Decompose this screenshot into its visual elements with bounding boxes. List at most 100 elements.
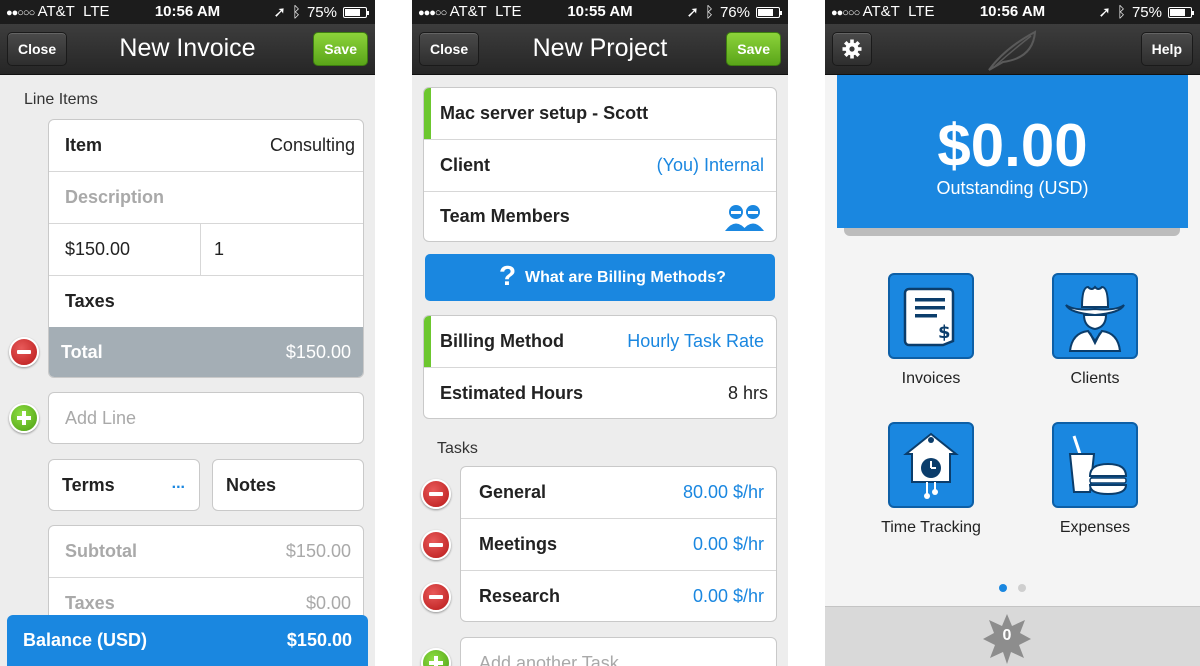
time-tracking-tile[interactable] [888, 422, 974, 508]
leaf-logo [985, 28, 1041, 77]
status-bar: ●●○○○ AT&T LTE 10:56 AM ➚ ᛒ 75% [825, 0, 1200, 24]
task-name: General [479, 482, 547, 502]
accent-bar [424, 316, 431, 367]
clients-tile[interactable] [1052, 273, 1138, 359]
hours-label: Estimated Hours [440, 383, 584, 403]
bluetooth-icon: ᛒ [291, 3, 301, 21]
outstanding-panel[interactable]: $0.00 Outstanding (USD) [837, 75, 1188, 228]
accent-bar [424, 88, 431, 139]
item-label: Item [65, 135, 103, 155]
task-row[interactable]: General 80.00 $/hr [461, 467, 776, 519]
delete-task-button[interactable] [421, 479, 451, 509]
total-row: Total $150.00 [49, 327, 363, 377]
taxes-summary-label: Taxes [65, 593, 115, 613]
bottom-bar: 0 [825, 606, 1200, 666]
billing-card: Billing Method Hourly Task Rate Estimate… [423, 315, 777, 419]
delete-line-button[interactable] [9, 337, 39, 367]
question-icon: ? [499, 260, 517, 291]
add-task-placeholder: Add another Task [479, 653, 619, 666]
divider [200, 224, 201, 275]
task-row[interactable]: Research 0.00 $/hr [461, 571, 776, 621]
balance-label: Balance (USD) [23, 630, 148, 650]
svg-text:$: $ [938, 322, 951, 343]
task-rate: 0.00 $/hr [692, 586, 764, 606]
invoice-screen: ●●○○○ AT&T LTE 10:56 AM ➚ ᛒ 75% Close Ne… [0, 0, 375, 666]
taxes-label: Taxes [65, 291, 115, 311]
add-line-icon[interactable] [9, 403, 39, 433]
item-row[interactable]: Item Consulting [49, 120, 363, 172]
food-drink-icon [1068, 435, 1128, 496]
settings-button[interactable] [832, 32, 872, 66]
more-icon: ... [171, 475, 185, 492]
description-placeholder: Description [65, 187, 165, 207]
subtotal-row: Subtotal $150.00 [49, 526, 363, 578]
quantity-field[interactable]: 1 [214, 239, 224, 260]
terms-button[interactable]: Terms ... [48, 459, 200, 511]
balance-bar: Balance (USD) $150.00 [7, 615, 368, 666]
project-name-field[interactable]: Mac server setup - Scott [424, 88, 776, 140]
add-task-field[interactable]: Add another Task [460, 637, 777, 666]
client-value: (You) Internal [656, 155, 764, 175]
invoices-tile[interactable]: $ [888, 273, 974, 359]
cuckoo-clock-icon [903, 432, 959, 499]
task-rate: 0.00 $/hr [692, 534, 764, 554]
project-screen: ●●●○○ AT&T LTE 10:55 AM ➚ ᛒ 76% Close Ne… [412, 0, 788, 666]
subtotal-label: Subtotal [65, 541, 137, 561]
price-quantity-row: $150.00 1 [49, 224, 363, 276]
location-icon: ➚ [686, 4, 699, 21]
estimated-hours-row[interactable]: Estimated Hours 8 hrs [424, 368, 776, 418]
taxes-row[interactable]: Taxes [49, 276, 363, 328]
task-name: Research [479, 586, 561, 606]
description-field[interactable]: Description [49, 172, 363, 224]
total-value: $150.00 [285, 342, 351, 362]
team-label: Team Members [440, 206, 570, 226]
expenses-label: Expenses [1059, 519, 1131, 536]
gear-icon [842, 39, 862, 59]
team-members-icon [722, 202, 766, 237]
battery-icon [1168, 6, 1194, 18]
save-button[interactable]: Save [726, 32, 781, 66]
outstanding-amount: $0.00 [937, 112, 1088, 179]
project-card: Mac server setup - Scott Client (You) In… [423, 87, 777, 242]
subtotal-value: $150.00 [285, 541, 351, 561]
hours-value: 8 hrs [727, 383, 768, 403]
item-value: Consulting [269, 135, 355, 155]
time-tracking-label: Time Tracking [881, 519, 981, 536]
billing-label: Billing Method [440, 331, 564, 351]
page-indicator[interactable] [1018, 584, 1026, 592]
add-line-placeholder: Add Line [65, 408, 137, 428]
notification-badge[interactable]: 0 [981, 612, 1033, 664]
price-field[interactable]: $150.00 [65, 239, 130, 260]
billing-method-row[interactable]: Billing Method Hourly Task Rate [424, 316, 776, 368]
task-row[interactable]: Meetings 0.00 $/hr [461, 519, 776, 571]
delete-task-button[interactable] [421, 582, 451, 612]
save-button[interactable]: Save [313, 32, 368, 66]
client-row[interactable]: Client (You) Internal [424, 140, 776, 192]
add-line-field[interactable]: Add Line [48, 392, 364, 444]
expenses-tile[interactable] [1052, 422, 1138, 508]
status-bar: ●●●○○ AT&T LTE 10:55 AM ➚ ᛒ 76% [412, 0, 788, 24]
location-icon: ➚ [273, 4, 286, 21]
team-members-row[interactable]: Team Members [424, 191, 776, 241]
bluetooth-icon: ᛒ [704, 3, 714, 21]
notes-button[interactable]: Notes [212, 459, 364, 511]
notes-label: Notes [226, 475, 277, 495]
billing-help-button[interactable]: ? What are Billing Methods? [425, 254, 775, 301]
line-item-card: Item Consulting Description $150.00 1 Ta… [48, 119, 364, 378]
add-task-icon[interactable] [421, 648, 451, 666]
nav-bar: Close New Project Save [412, 24, 788, 75]
delete-task-button[interactable] [421, 530, 451, 560]
task-name: Meetings [479, 534, 558, 554]
help-button[interactable]: Help [1140, 32, 1193, 66]
page-indicator-active[interactable] [999, 584, 1007, 592]
bluetooth-icon: ᛒ [1116, 3, 1126, 21]
balance-value: $150.00 [286, 630, 352, 650]
battery-icon [756, 6, 782, 18]
nav-bar: Help [825, 24, 1200, 75]
battery-percent: 76% [719, 3, 750, 21]
nav-bar: Close New Invoice Save [0, 24, 375, 75]
client-label: Client [440, 155, 491, 175]
billing-value: Hourly Task Rate [627, 331, 764, 351]
tasks-card: General 80.00 $/hr Meetings 0.00 $/hr Re… [460, 466, 777, 622]
total-label: Total [61, 342, 103, 362]
